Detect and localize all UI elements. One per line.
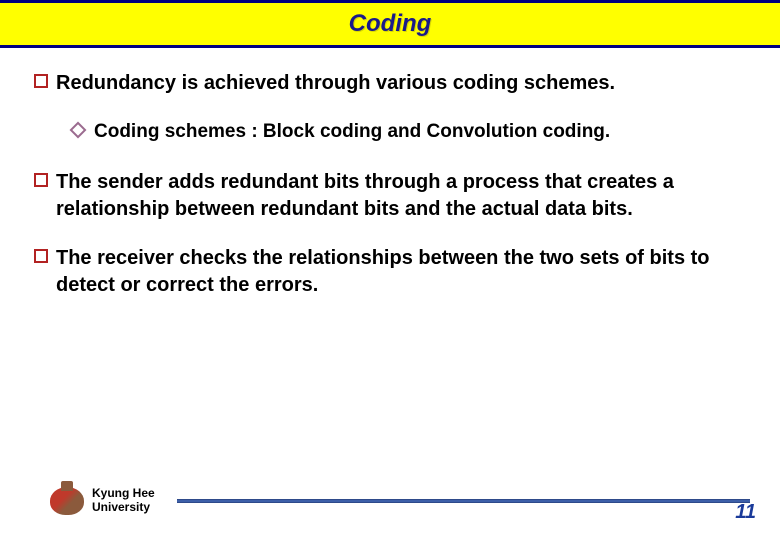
university-name-line1: Kyung Hee	[92, 486, 155, 500]
bullet-item: The receiver checks the relationships be…	[34, 245, 746, 299]
footer-divider	[177, 499, 750, 503]
page-number: 11	[735, 501, 756, 524]
university-logo-icon	[50, 487, 84, 515]
bullet-text: Redundancy is achieved through various c…	[56, 70, 615, 97]
slide-title: Coding	[349, 10, 432, 38]
bullet-item: The sender adds redundant bits through a…	[34, 169, 746, 223]
bullet-text: The receiver checks the relationships be…	[56, 245, 746, 299]
sub-bullet-text: Coding schemes : Block coding and Convol…	[94, 119, 610, 145]
square-bullet-icon	[34, 249, 48, 263]
square-bullet-icon	[34, 173, 48, 187]
square-bullet-icon	[34, 74, 48, 88]
title-bar: Coding	[0, 0, 780, 48]
diamond-bullet-icon	[70, 122, 87, 139]
sub-bullet-item: Coding schemes : Block coding and Convol…	[72, 119, 746, 145]
bullet-text: The sender adds redundant bits through a…	[56, 169, 746, 223]
university-name: Kyung Hee University	[92, 487, 155, 515]
footer: Kyung Hee University 11	[0, 476, 780, 526]
content-area: Redundancy is achieved through various c…	[0, 48, 780, 299]
bullet-item: Redundancy is achieved through various c…	[34, 70, 746, 97]
university-name-line2: University	[92, 500, 150, 514]
